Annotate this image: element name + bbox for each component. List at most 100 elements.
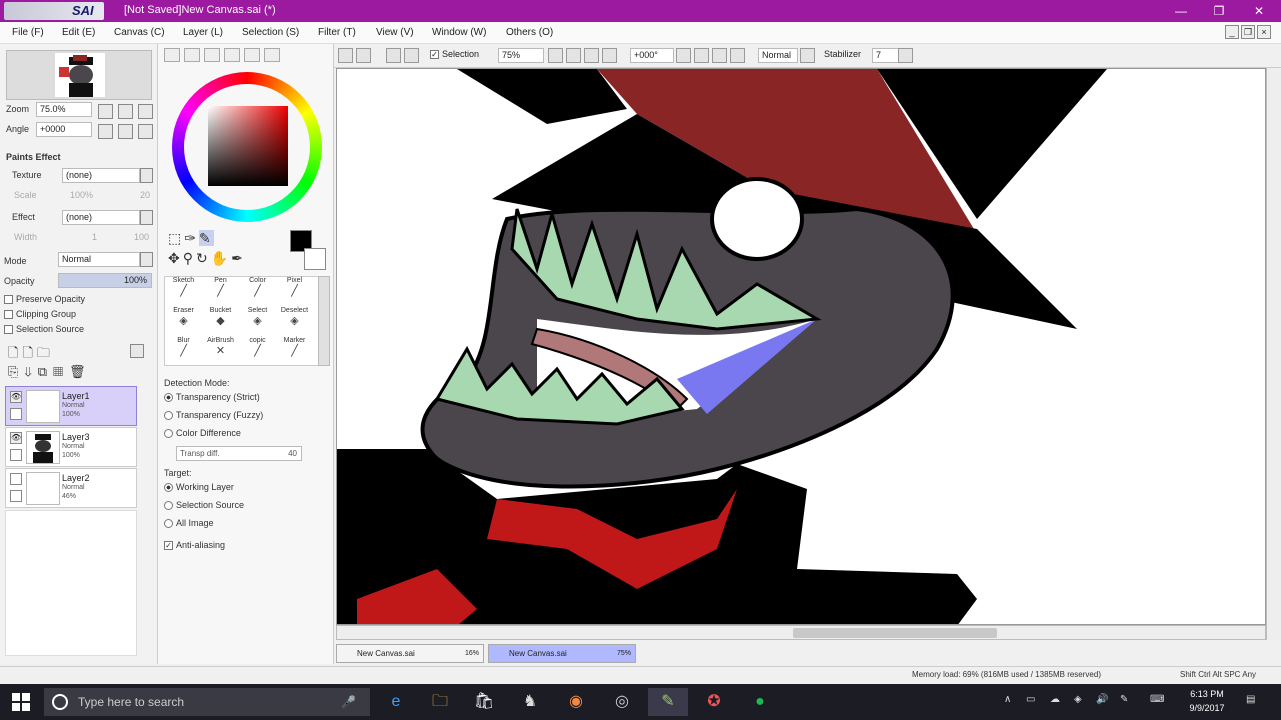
flip-horizontal-icon[interactable] <box>730 48 745 63</box>
view-mode-dropdown[interactable]: Normal <box>758 48 798 63</box>
rotate-icon[interactable]: ↻ <box>196 250 211 266</box>
angle-field[interactable]: +0000 <box>36 122 92 137</box>
microphone-icon[interactable]: 🎤 <box>341 688 356 716</box>
zoom-out-icon[interactable] <box>548 48 563 63</box>
selection-toggle[interactable]: ✓ Selection <box>430 49 479 60</box>
invert-selection-icon[interactable] <box>404 48 419 63</box>
blend-mode-dropdown-icon[interactable] <box>140 252 153 267</box>
rotate-reset-icon[interactable] <box>712 48 727 63</box>
radio-dot[interactable] <box>164 429 173 439</box>
sai-taskbar-icon[interactable]: ✎ <box>648 688 688 716</box>
mdi-restore-icon[interactable]: ❐ <box>1241 25 1255 39</box>
rgb-slider-tab-icon[interactable] <box>184 48 200 62</box>
rotate-reset-button[interactable] <box>138 124 153 139</box>
rotate-ccw-icon[interactable] <box>676 48 691 63</box>
stabilizer-dropdown-icon[interactable] <box>898 48 913 63</box>
brush-copic[interactable]: copic ╱ <box>239 337 276 365</box>
obs-icon[interactable]: ◎ <box>602 688 642 716</box>
rotate-right-button[interactable] <box>118 124 133 139</box>
visibility-eye-icon[interactable]: 👁 <box>10 391 22 403</box>
brush-pixel[interactable]: Pixel ╱ <box>276 277 313 305</box>
zoom-in-icon[interactable] <box>566 48 581 63</box>
layer-row-layer1[interactable]: 👁 Layer1 Normal 100% <box>5 386 137 426</box>
menu-file[interactable]: File (F) <box>12 27 44 38</box>
brush-color[interactable]: Color ╱ <box>239 277 276 305</box>
game-icon[interactable]: ✪ <box>694 688 734 716</box>
tray-arrow-icon[interactable]: ∧ <box>1004 694 1011 705</box>
menu-window[interactable]: Window (W) <box>432 27 486 38</box>
menu-filter[interactable]: Filter (T) <box>318 27 356 38</box>
angle-dropdown[interactable]: +000° <box>630 48 674 63</box>
tray-app-icon[interactable]: ◈ <box>1074 694 1082 705</box>
drawing-canvas[interactable] <box>336 68 1266 625</box>
lasso-icon[interactable]: ✑ <box>184 230 199 246</box>
menu-selection[interactable]: Selection (S) <box>242 27 299 38</box>
effect-select[interactable]: (none) <box>62 210 140 225</box>
chrome-icon[interactable]: ◉ <box>556 688 596 716</box>
copy-layer-icon[interactable]: ⎘ <box>8 364 24 379</box>
effect-dropdown-icon[interactable] <box>140 210 153 225</box>
merge-down-icon[interactable]: ⇓ <box>24 364 37 379</box>
selection-source-checkbox[interactable]: Selection Source <box>4 324 84 335</box>
stabilizer-dropdown[interactable]: 7 <box>872 48 900 63</box>
tray-keyboard-icon[interactable]: ⌨ <box>1150 694 1164 705</box>
radio-dot[interactable] <box>164 411 173 421</box>
edge-icon[interactable]: e <box>376 688 416 716</box>
rotate-cw-icon[interactable] <box>694 48 709 63</box>
rotate-left-button[interactable] <box>98 124 113 139</box>
tray-volume-icon[interactable]: 🔊 <box>1096 694 1108 705</box>
vertical-scrollbar[interactable] <box>1266 68 1281 640</box>
radio-dot[interactable] <box>164 501 173 511</box>
selection-check[interactable]: ✓ <box>430 50 439 60</box>
taskbar-search[interactable]: Type here to search 🎤 <box>44 688 370 716</box>
tray-pen-icon[interactable]: ✎ <box>1120 694 1128 705</box>
brush-eraser[interactable]: Eraser ◈ <box>165 307 202 335</box>
preserve-opacity-checkbox[interactable]: Preserve Opacity <box>4 294 85 305</box>
navigator-thumbnail[interactable] <box>6 50 152 100</box>
close-button[interactable]: ✕ <box>1240 0 1278 22</box>
brush-marker[interactable]: Marker ╱ <box>276 337 313 365</box>
zoom-reset-button[interactable] <box>138 104 153 119</box>
radio-dot[interactable] <box>164 483 173 493</box>
radio-working-layer[interactable]: Working Layer <box>164 482 234 493</box>
clipping-group-box[interactable] <box>4 310 13 320</box>
visibility-eye-icon[interactable]: 👁 <box>10 432 22 444</box>
selection-source-box[interactable] <box>4 325 13 335</box>
new-folder-icon[interactable]: 🗀 <box>37 345 54 360</box>
zoom-tool-icon[interactable]: ⚲ <box>183 250 196 266</box>
doc-tab-2[interactable]: New Canvas.sai 75% <box>488 644 636 663</box>
notification-icon[interactable]: ▤ <box>1246 694 1255 705</box>
radio-all-image[interactable]: All Image <box>164 518 214 529</box>
mdi-minimize-icon[interactable]: _ <box>1225 25 1239 39</box>
visibility-eye-icon[interactable] <box>10 473 22 485</box>
opacity-slider[interactable]: 100% <box>58 273 152 288</box>
menu-edit[interactable]: Edit (E) <box>62 27 95 38</box>
store-icon[interactable]: 🛍 <box>464 688 504 716</box>
radio-dot[interactable] <box>164 519 173 529</box>
file-explorer-icon[interactable]: 🗀 <box>420 688 460 716</box>
menu-others[interactable]: Others (O) <box>506 27 553 38</box>
brush-blur[interactable]: Blur ╱ <box>165 337 202 365</box>
radio-transparency-strict[interactable]: Transparency (Strict) <box>164 392 260 403</box>
layer-lock-icon[interactable] <box>10 408 22 420</box>
layer-row-layer3[interactable]: 👁 Layer3 Normal 100% <box>5 427 137 467</box>
menu-layer[interactable]: Layer (L) <box>183 27 223 38</box>
radio-selection-source[interactable]: Selection Source <box>164 500 244 511</box>
mdi-close-icon[interactable]: × <box>1257 25 1271 39</box>
app-icon[interactable]: ♞ <box>510 688 550 716</box>
hsv-slider-tab-icon[interactable] <box>204 48 220 62</box>
taskbar-clock[interactable]: 6:13 PM 9/9/2017 <box>1178 687 1236 715</box>
delete-layer-icon[interactable]: 🗑 <box>69 364 92 379</box>
horizontal-scrollbar[interactable] <box>336 625 1266 640</box>
zoom-actual-icon[interactable] <box>602 48 617 63</box>
antialiasing-box[interactable]: ✓ <box>164 541 173 551</box>
merge-icon[interactable]: ⧉ <box>38 364 53 379</box>
rect-select-icon[interactable]: ⬚ <box>168 230 184 246</box>
color-mixer-tab-icon[interactable] <box>224 48 240 62</box>
new-linework-icon[interactable]: 🗋 <box>22 345 36 360</box>
zoom-dropdown[interactable]: 75% <box>498 48 544 63</box>
zoom-fit-icon[interactable] <box>584 48 599 63</box>
horizontal-scroll-thumb[interactable] <box>793 628 997 638</box>
minimize-button[interactable]: — <box>1162 0 1200 22</box>
menu-canvas[interactable]: Canvas (C) <box>114 27 165 38</box>
